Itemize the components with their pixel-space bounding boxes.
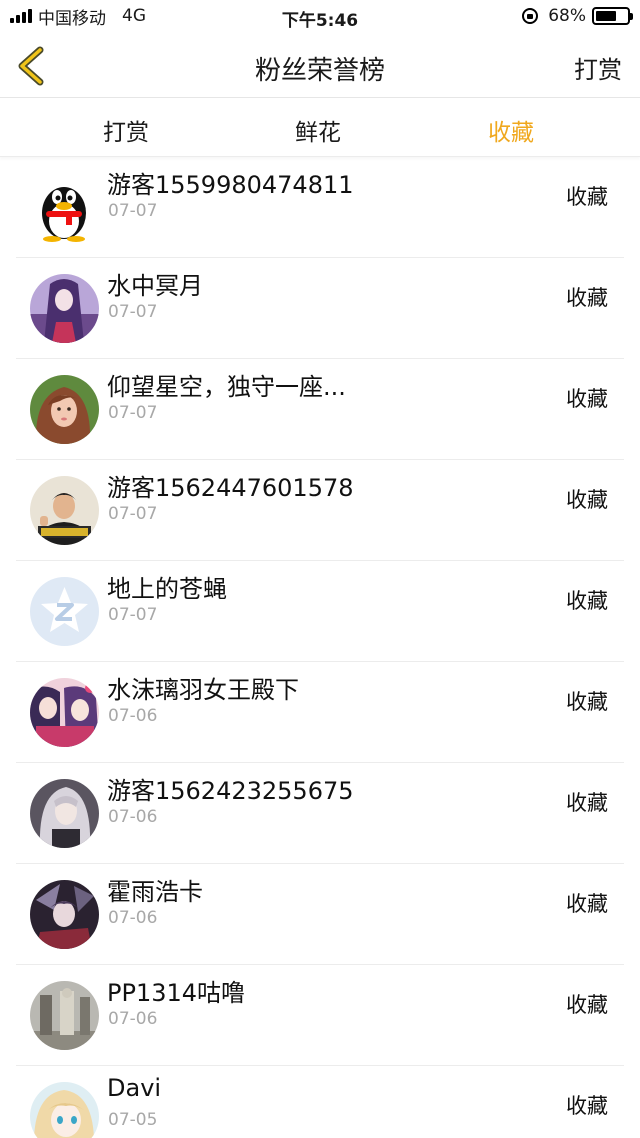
fan-name: 游客1562423255675: [107, 777, 354, 805]
tab-reward[interactable]: 打赏: [66, 113, 186, 147]
tab-flowers[interactable]: 鲜花: [258, 113, 378, 147]
fan-action: 收藏: [566, 387, 608, 411]
battery-percent: 68%: [548, 6, 586, 26]
list-item[interactable]: 水沫璃羽女王殿下 07-06 收藏: [0, 662, 640, 763]
fan-date: 07-06: [108, 807, 158, 827]
anime-blonde-avatar: [30, 1082, 99, 1138]
status-bar: 中国移动 4G 下午5:46 68%: [0, 0, 640, 34]
fan-action: 收藏: [566, 589, 608, 613]
qq-penguin-avatar: [30, 173, 99, 242]
fan-name: Davi: [107, 1074, 162, 1102]
fan-action: 收藏: [566, 690, 608, 714]
fan-action: 收藏: [566, 993, 608, 1017]
fan-date: 07-07: [108, 403, 158, 423]
statue-photo-avatar: [30, 981, 99, 1050]
fan-action: 收藏: [566, 1094, 608, 1118]
man-photo-avatar: [30, 476, 99, 545]
fan-date: 07-07: [108, 201, 158, 221]
fan-action: 收藏: [566, 488, 608, 512]
fan-name: 霍雨浩卡: [107, 878, 203, 906]
list-item[interactable]: 游客1562423255675 07-06 收藏: [0, 763, 640, 864]
girl-photo-avatar: [30, 375, 99, 444]
tab-favorites[interactable]: 收藏: [451, 113, 571, 147]
fan-name: PP1314咕噜: [107, 979, 246, 1007]
fan-date: 07-07: [108, 605, 158, 625]
list-item[interactable]: 游客1559980474811 07-07 收藏: [0, 157, 640, 258]
list-item[interactable]: 游客1562447601578 07-07 收藏: [0, 460, 640, 561]
fan-action: 收藏: [566, 185, 608, 209]
anime-pair-avatar: [30, 678, 99, 747]
page-title: 粉丝荣誉榜: [254, 56, 385, 86]
tab-bar: 打赏 鲜花 收藏: [0, 99, 640, 157]
fan-date: 07-06: [108, 1009, 158, 1029]
fan-name: 游客1562447601578: [107, 474, 354, 502]
fan-date: 07-07: [108, 302, 158, 322]
fan-list: 游客1559980474811 07-07 收藏 水中冥月 07-07 收藏 仰…: [0, 157, 640, 1138]
anime-silver-hair-avatar: [30, 779, 99, 848]
fan-action: 收藏: [566, 791, 608, 815]
fan-name: 游客1559980474811: [107, 171, 354, 199]
anime-dark-avatar: [30, 880, 99, 949]
list-item[interactable]: 水中冥月 07-07 收藏: [0, 258, 640, 359]
fan-name: 仰望星空，独守一座...: [107, 373, 346, 401]
rotation-lock-icon: [522, 8, 539, 24]
fan-date: 07-06: [108, 908, 158, 928]
list-item[interactable]: 地上的苍蝇 07-07 收藏: [0, 561, 640, 662]
anime-girl-purple-avatar: [30, 274, 99, 343]
fan-action: 收藏: [566, 286, 608, 310]
battery-icon: [592, 7, 633, 25]
list-item[interactable]: Davi 07-05 收藏: [0, 1066, 640, 1138]
fan-date: 07-06: [108, 706, 158, 726]
fan-date: 07-07: [108, 504, 158, 524]
status-right: 68%: [522, 6, 633, 26]
nav-bar: 粉丝荣誉榜 打赏: [0, 34, 640, 98]
default-star-avatar: [30, 577, 99, 646]
list-item[interactable]: 仰望星空，独守一座... 07-07 收藏: [0, 359, 640, 460]
fan-name: 地上的苍蝇: [107, 575, 227, 603]
list-item[interactable]: PP1314咕噜 07-06 收藏: [0, 965, 640, 1066]
list-item[interactable]: 霍雨浩卡 07-06 收藏: [0, 864, 640, 965]
reward-button[interactable]: 打赏: [574, 50, 622, 85]
fan-name: 水中冥月: [107, 272, 203, 300]
fan-action: 收藏: [566, 892, 608, 916]
fan-date: 07-05: [108, 1110, 158, 1130]
fan-name: 水沫璃羽女王殿下: [107, 676, 299, 704]
